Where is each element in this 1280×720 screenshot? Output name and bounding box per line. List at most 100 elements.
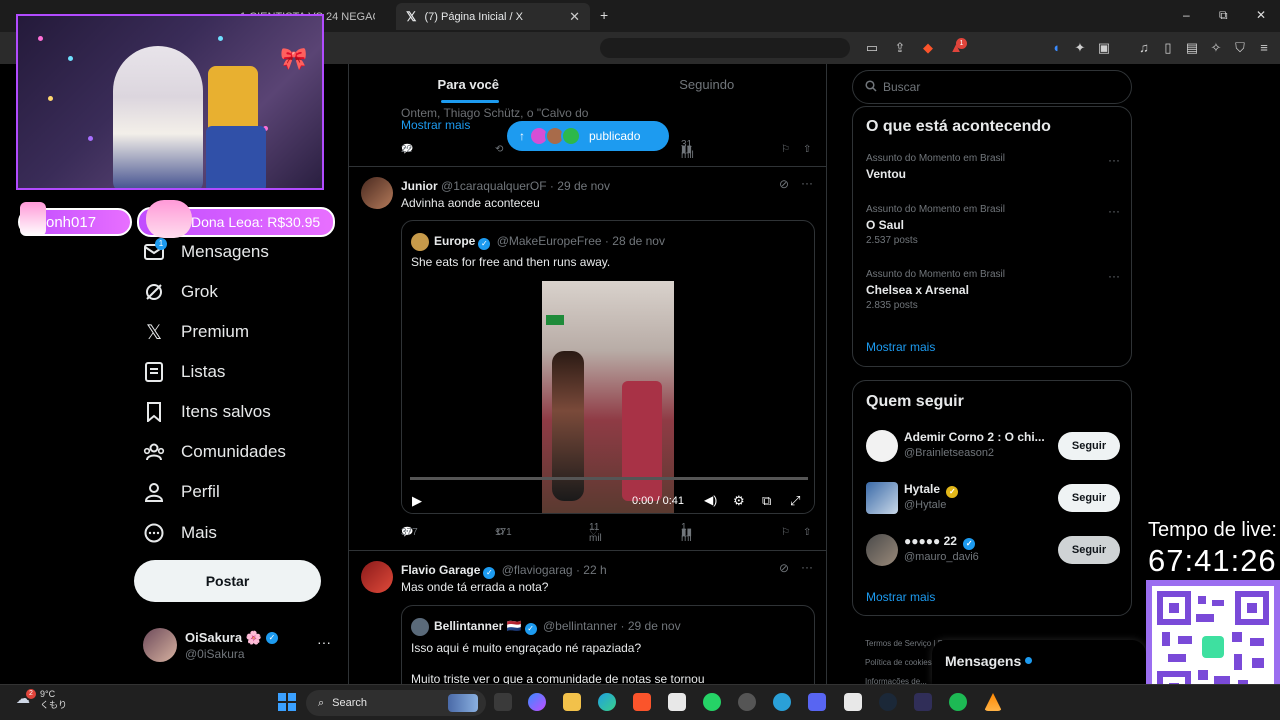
nav-item-lists[interactable]: Listas: [143, 354, 225, 390]
views-button[interactable]: ▮▮ 1 mi: [681, 522, 695, 544]
maximize-button[interactable]: ⧉: [1219, 8, 1228, 23]
close-window-button[interactable]: ✕: [1256, 8, 1266, 22]
weather-widget[interactable]: ☁ 2 9°C くもり: [16, 689, 67, 711]
wallet-icon[interactable]: ▤: [1184, 40, 1200, 56]
author-handle[interactable]: @flaviogarag: [502, 563, 573, 577]
follow-button[interactable]: Seguir: [1058, 536, 1120, 564]
menu-icon[interactable]: ≡: [1256, 40, 1272, 56]
tweet-time[interactable]: 29 de nov: [557, 179, 610, 193]
new-posts-pill[interactable]: ↑ publicado: [507, 121, 669, 151]
grok-icon[interactable]: ⊘: [779, 177, 789, 191]
taskbar-search[interactable]: ⌕ Search: [306, 690, 486, 716]
share-icon[interactable]: ⇧: [803, 527, 811, 538]
bookmark-icon[interactable]: ⚐: [781, 144, 790, 155]
follow-suggestion[interactable]: Hytale ✓ @Hytale Seguir: [866, 478, 1120, 518]
author-handle[interactable]: @1caraqualquerOF: [441, 179, 547, 193]
edge-icon[interactable]: [598, 693, 616, 711]
more-options-icon[interactable]: ···: [801, 560, 813, 574]
account-switcher[interactable]: OiSakura 🌸 ✓ @0iSakura ···: [143, 626, 338, 666]
minimize-button[interactable]: –: [1183, 8, 1190, 22]
share-icon[interactable]: ⇪: [892, 40, 908, 56]
close-tab-icon[interactable]: ✕: [569, 9, 580, 25]
discord-icon[interactable]: [808, 693, 826, 711]
post-button[interactable]: Postar: [134, 560, 321, 602]
new-tab-button[interactable]: +: [600, 7, 608, 23]
grok-icon[interactable]: ⊘: [779, 561, 789, 575]
share-icon[interactable]: ⇧: [803, 144, 811, 155]
windows-start-icon[interactable]: [278, 693, 296, 711]
capcut-icon[interactable]: [844, 693, 862, 711]
install-icon[interactable]: ▭: [864, 40, 880, 56]
file-explorer-icon[interactable]: [563, 693, 581, 711]
store-icon[interactable]: [668, 693, 686, 711]
more-options-icon[interactable]: ···: [1108, 153, 1120, 167]
repost-button[interactable]: ⟲ 171: [495, 527, 512, 538]
follow-button[interactable]: Seguir: [1058, 484, 1120, 512]
sidebar-icon[interactable]: ▯: [1160, 40, 1176, 56]
tab-for-you[interactable]: Para você: [349, 64, 588, 106]
search-input[interactable]: Buscar: [852, 70, 1132, 104]
screenshot-icon[interactable]: ▣: [1096, 40, 1112, 56]
more-options-icon[interactable]: ···: [1108, 269, 1120, 283]
volume-icon[interactable]: ◀): [704, 493, 717, 507]
nav-item-profile[interactable]: Perfil: [143, 474, 220, 510]
like-button[interactable]: ♡ 11 mil: [589, 522, 602, 544]
nav-item-more[interactable]: Mais: [143, 515, 217, 551]
extensions-icon[interactable]: ✦: [1072, 40, 1088, 56]
fullscreen-icon[interactable]: ⤢: [790, 493, 800, 509]
author-name[interactable]: Junior: [401, 179, 438, 193]
follow-suggestion[interactable]: Ademir Corno 2 : O chi... @Brainletseaso…: [866, 426, 1120, 466]
more-options-icon[interactable]: ···: [801, 176, 813, 190]
avatar[interactable]: [361, 177, 393, 209]
settings-icon[interactable]: ⚙: [733, 493, 745, 509]
more-options-icon[interactable]: ···: [317, 634, 331, 650]
tab-following[interactable]: Seguindo: [588, 64, 827, 106]
chatgpt-icon[interactable]: [738, 693, 756, 711]
brave-icon[interactable]: [633, 693, 651, 711]
reply-button[interactable]: 💬 22: [401, 144, 416, 155]
bookmark-icon[interactable]: ⚐: [781, 527, 790, 538]
avatar: [866, 482, 898, 514]
tab-active[interactable]: 𝕏 (7) Página Inicial / X ✕: [396, 3, 590, 30]
follow-button[interactable]: Seguir: [1058, 432, 1120, 460]
trend-item[interactable]: Assunto do Momento em Brasil Ventou ···: [866, 153, 1120, 181]
nav-item-bookmarks[interactable]: Itens salvos: [143, 394, 271, 430]
audio-icon[interactable]: ◖: [1048, 40, 1064, 56]
vpn-icon[interactable]: ⛉: [1232, 40, 1248, 56]
whatsapp-icon[interactable]: [703, 693, 721, 711]
address-bar[interactable]: [600, 38, 850, 58]
views-button[interactable]: ▮▮ 31 mil: [681, 139, 695, 161]
tweet-time[interactable]: 22 h: [583, 563, 606, 577]
brave-shield-icon[interactable]: ◆: [920, 40, 936, 56]
more-options-icon[interactable]: ···: [1108, 204, 1120, 218]
author-name[interactable]: Flavio Garage: [401, 563, 480, 577]
trend-item[interactable]: Assunto do Momento em Brasil O Saul 2.53…: [866, 204, 1120, 246]
obs-icon[interactable]: [914, 693, 932, 711]
quoted-tweet[interactable]: Europe ✓ @MakeEuropeFree · 28 de nov She …: [401, 220, 815, 514]
follow-suggestion[interactable]: ●●●●● 22 ✓ @mauro_davi6 Seguir: [866, 530, 1120, 570]
reply-button[interactable]: 💬 377: [401, 527, 418, 538]
steam-icon[interactable]: [879, 693, 897, 711]
messages-drawer[interactable]: Mensagens: [932, 640, 1146, 684]
spotify-icon[interactable]: [949, 693, 967, 711]
repost-button[interactable]: ⟲: [495, 144, 503, 155]
media-icon[interactable]: ♫: [1136, 40, 1152, 56]
quoted-tweet[interactable]: Bellintanner 🇳🇱 ✓ @bellintanner · 29 de n…: [401, 605, 815, 684]
task-view-icon[interactable]: [494, 693, 512, 711]
telegram-icon[interactable]: [773, 693, 791, 711]
nav-item-grok[interactable]: Grok: [143, 274, 218, 310]
play-icon[interactable]: ▶: [412, 493, 422, 509]
leo-ai-icon[interactable]: ✧: [1208, 40, 1224, 56]
trends-show-more[interactable]: Mostrar mais: [866, 340, 935, 354]
pip-icon[interactable]: ⧉: [762, 493, 771, 509]
follow-show-more[interactable]: Mostrar mais: [866, 590, 935, 604]
nav-item-premium[interactable]: 𝕏 Premium: [143, 314, 249, 350]
avatar[interactable]: [361, 561, 393, 593]
vlc-icon[interactable]: [984, 693, 1002, 711]
copilot-icon[interactable]: [528, 693, 546, 711]
trend-item[interactable]: Assunto do Momento em Brasil Chelsea x A…: [866, 269, 1120, 311]
video-progress[interactable]: [410, 477, 808, 480]
nav-item-communities[interactable]: Comunidades: [143, 434, 286, 470]
show-more-link[interactable]: Mostrar mais: [401, 118, 470, 132]
video-player[interactable]: ▶ 0:00 / 0:41 ◀) ⚙ ⧉ ⤢: [402, 281, 814, 513]
